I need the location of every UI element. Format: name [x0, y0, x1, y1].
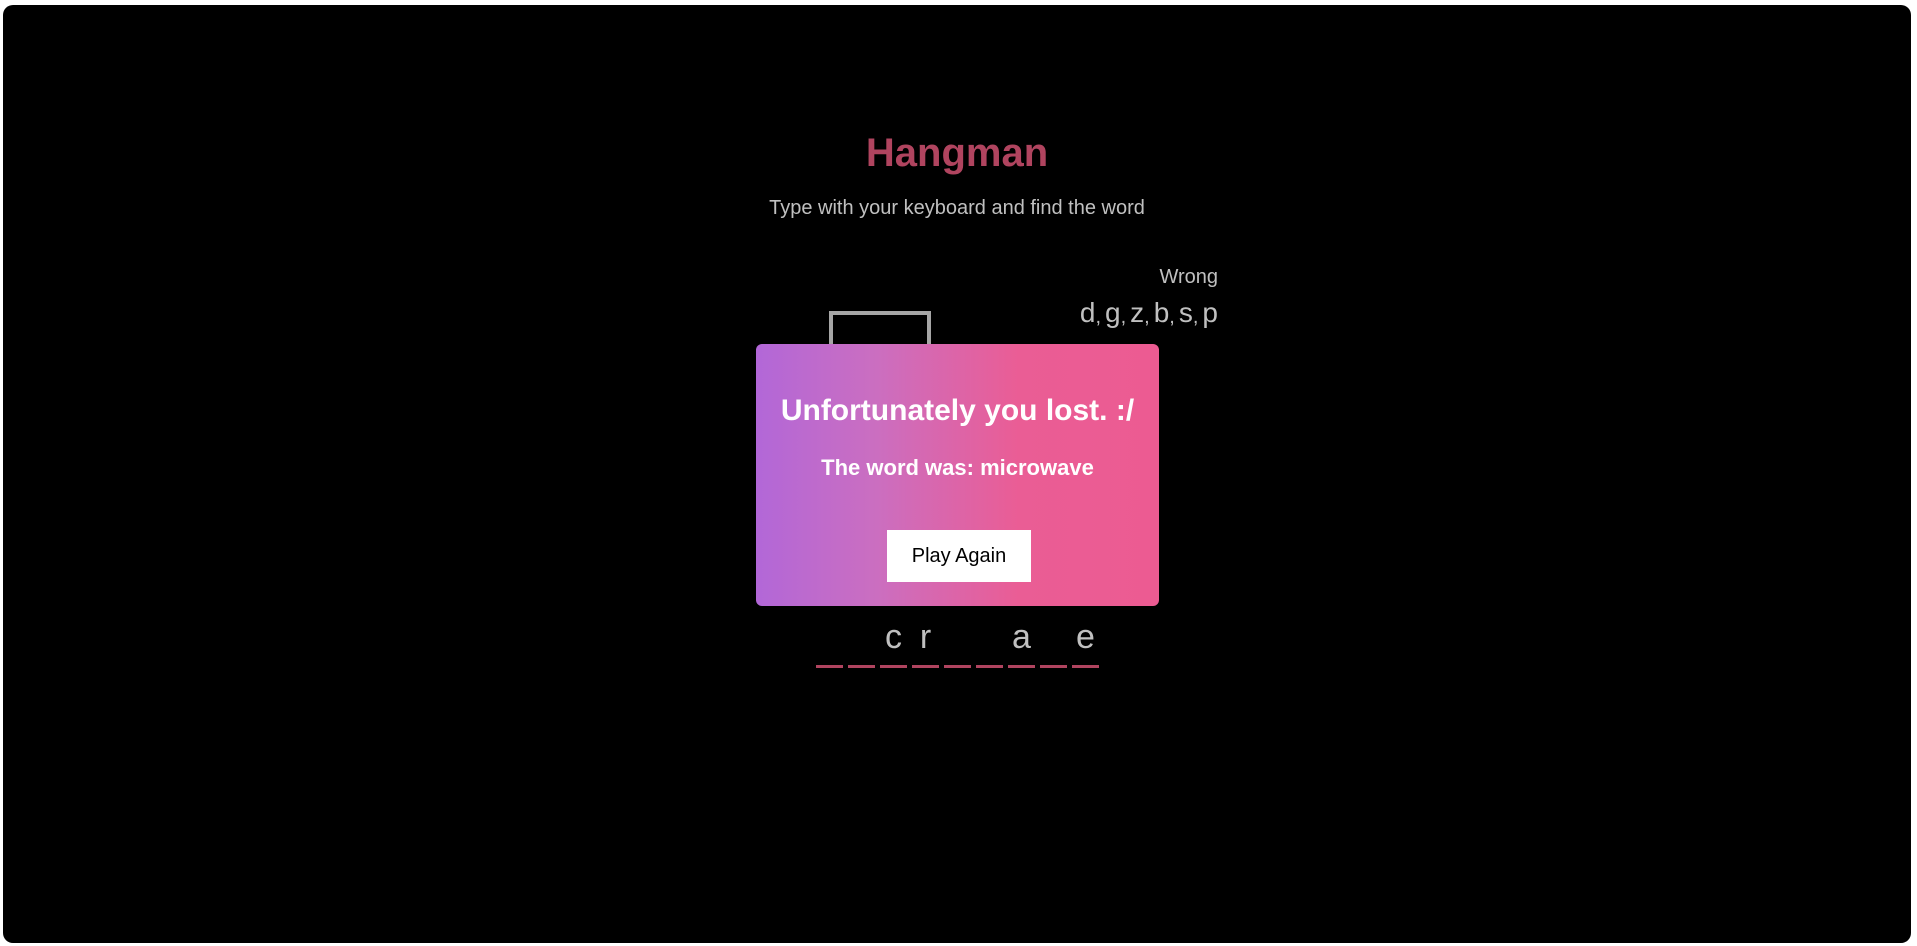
page-title: Hangman	[865, 131, 1049, 175]
letter-slot	[816, 615, 843, 668]
letter-slot: r	[912, 615, 939, 668]
letter-slot: e	[1072, 615, 1099, 668]
wrong-label: Wrong	[1159, 266, 1218, 288]
letter-slot	[1040, 615, 1067, 668]
letter-slot: c	[880, 615, 907, 668]
wrong-letter: g	[1105, 297, 1121, 328]
wrong-letter: b	[1153, 297, 1170, 328]
wrong-letter: z	[1130, 297, 1145, 328]
popup-title: Unfortunately you lost. :/	[780, 394, 1135, 427]
play-again-button[interactable]: Play Again	[887, 530, 1031, 582]
letter-slot	[976, 615, 1003, 668]
word-display: cr ae	[816, 615, 1099, 668]
wrong-letter-separator: ,	[1169, 306, 1175, 328]
wrong-letter: p	[1202, 297, 1218, 328]
game-over-popup: Unfortunately you lost. :/ The word was:…	[756, 344, 1159, 606]
wrong-letter-separator: ,	[1192, 306, 1199, 328]
letter-slot	[944, 615, 971, 668]
revealed-word: The word was: microwave	[821, 455, 1094, 480]
wrong-letter-separator: ,	[1095, 306, 1102, 328]
instructions-text: Type with your keyboard and find the wor…	[769, 197, 1145, 219]
wrong-letter-separator: ,	[1144, 306, 1150, 328]
wrong-letter-separator: ,	[1120, 306, 1127, 328]
letter-slot	[848, 615, 875, 668]
letter-slot: a	[1008, 615, 1035, 668]
wrong-letter: s	[1178, 297, 1193, 328]
wrong-letters-panel: Wrong d,g,z,b,s,p	[1080, 266, 1218, 329]
wrong-letters-list: d,g,z,b,s,p	[1080, 297, 1218, 329]
wrong-letter: d	[1079, 297, 1096, 328]
game-container: Hangman Type with your keyboard and find…	[3, 5, 1911, 943]
